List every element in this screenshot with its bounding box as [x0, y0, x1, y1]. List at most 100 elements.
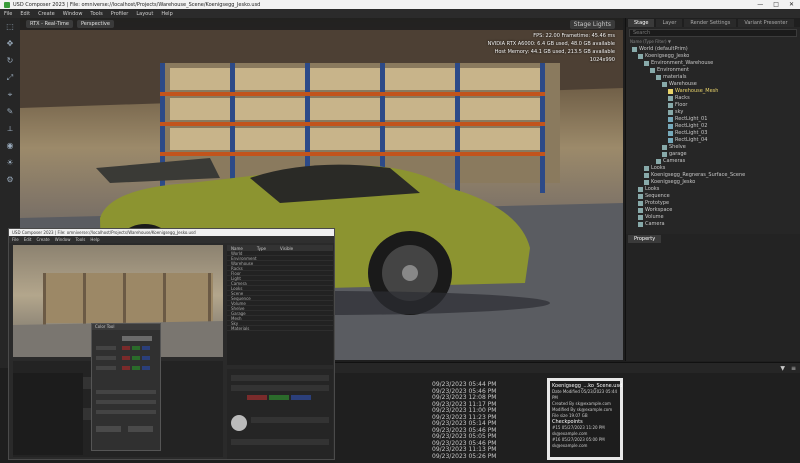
- stage-tree-item[interactable]: Volume: [626, 214, 800, 221]
- stage-tree-item[interactable]: RectLight_03: [626, 130, 800, 137]
- file-date-list: 09/23/2023 05:44 PM 09/23/2023 05:46 PM 09…: [432, 381, 542, 460]
- stage-tree-label: Floor: [675, 102, 688, 108]
- menu-edit[interactable]: Edit: [20, 11, 30, 17]
- camera-dropdown[interactable]: Perspective: [76, 20, 114, 28]
- prim-icon: [668, 131, 673, 136]
- stage-tree-item[interactable]: Koenigsegg_Regneras_Surface_Scene: [626, 172, 800, 179]
- stage-tree-label: Warehouse: [669, 81, 697, 87]
- window-titlebar: USD Composer 2023 | File: omniverse://lo…: [0, 0, 800, 9]
- stage-tree-item[interactable]: World (defaultPrim): [626, 46, 800, 53]
- prim-icon: [662, 145, 667, 150]
- prim-icon: [638, 208, 643, 213]
- renderer-dropdown[interactable]: RTX - Real-Time: [26, 20, 73, 28]
- camera-tool-icon[interactable]: ◉: [6, 141, 15, 150]
- light-tool-icon[interactable]: ☀: [6, 158, 15, 167]
- measure-tool-icon[interactable]: ⟂: [6, 124, 15, 133]
- rotate-tool-icon[interactable]: ↻: [6, 56, 15, 65]
- sub-menu-file[interactable]: File: [12, 237, 19, 242]
- filter-icon[interactable]: ▼: [780, 365, 785, 372]
- window-controls: — □ ✕: [757, 1, 800, 8]
- stage-tree-item[interactable]: Prototype: [626, 200, 800, 207]
- tab-stage[interactable]: Stage: [628, 18, 655, 27]
- stage-tree-label: Koenigsegg_Jesko: [645, 53, 690, 59]
- stage-tree-item[interactable]: materials: [626, 74, 800, 81]
- stage-tree-item[interactable]: Shelve: [626, 144, 800, 151]
- stage-tree-label: RectLight_04: [675, 137, 708, 143]
- move-tool-icon[interactable]: ✥: [6, 39, 15, 48]
- window-title: USD Composer 2023 | File: omniverse://lo…: [13, 1, 261, 8]
- file-date[interactable]: 09/23/2023 05:26 PM: [432, 453, 542, 460]
- embedded-app-window[interactable]: USD Composer 2023 | File: omniverse://lo…: [8, 228, 335, 460]
- prim-icon: [638, 187, 643, 192]
- prim-icon: [668, 110, 673, 115]
- prim-icon: [668, 117, 673, 122]
- stage-tree-item[interactable]: Warehouse: [626, 81, 800, 88]
- minimize-button[interactable]: —: [757, 1, 763, 8]
- prim-icon: [644, 61, 649, 66]
- stage-tree-item[interactable]: Racks: [626, 95, 800, 102]
- stage-tree-label: sky: [675, 109, 684, 115]
- stage-search-input[interactable]: Search: [629, 29, 797, 37]
- scale-tool-icon[interactable]: ⤢: [6, 73, 15, 82]
- stage-tree: World (defaultPrim) Koenigsegg_Jesko Envir…: [626, 46, 800, 228]
- stage-tree-item[interactable]: Workspace: [626, 207, 800, 214]
- prim-icon: [638, 215, 643, 220]
- paint-tool-icon[interactable]: ✎: [6, 107, 15, 116]
- sub-stage-row[interactable]: Materials: [227, 326, 333, 331]
- snap-tool-icon[interactable]: ⌖: [6, 90, 15, 99]
- stage-tree-label: RectLight_03: [675, 130, 708, 136]
- color-tool-panel[interactable]: Color Tool: [91, 323, 161, 451]
- stage-tree-item[interactable]: Koenigsegg_Jesko: [626, 179, 800, 186]
- physics-tool-icon[interactable]: ⚙: [6, 175, 15, 184]
- tab-property[interactable]: Property: [628, 235, 662, 243]
- menu-help[interactable]: Help: [161, 11, 172, 17]
- select-tool-icon[interactable]: ⬚: [6, 22, 15, 31]
- maximize-button[interactable]: □: [773, 1, 779, 8]
- stage-tree-item[interactable]: Looks: [626, 186, 800, 193]
- stage-tree-item[interactable]: RectLight_04: [626, 137, 800, 144]
- tab-layer[interactable]: Layer: [656, 18, 683, 27]
- sub-property-panel: [227, 369, 333, 459]
- menu-create[interactable]: Create: [38, 11, 55, 17]
- prim-icon: [668, 138, 673, 143]
- prim-icon: [638, 201, 643, 206]
- tab-variant-presenter[interactable]: Variant Presenter: [738, 18, 794, 27]
- menu-profiler[interactable]: Profiler: [111, 11, 129, 17]
- stage-tree-item[interactable]: RectLight_02: [626, 123, 800, 130]
- menu-window[interactable]: Window: [63, 11, 83, 17]
- property-panel: Property: [625, 234, 800, 361]
- menu-icon[interactable]: ≡: [791, 365, 796, 372]
- stage-tree-item[interactable]: Warehouse_Mesh: [626, 88, 800, 95]
- menu-file[interactable]: File: [4, 11, 12, 17]
- sub-menu-edit[interactable]: Edit: [24, 237, 32, 242]
- stage-tree-label: Looks: [651, 165, 666, 171]
- prim-icon: [662, 152, 667, 157]
- prim-icon: [632, 47, 637, 52]
- menu-layout[interactable]: Layout: [136, 11, 153, 17]
- stage-tree-item[interactable]: sky: [626, 109, 800, 116]
- stage-tree-item[interactable]: Cameras: [626, 158, 800, 165]
- tab-render-settings[interactable]: Render Settings: [684, 18, 737, 27]
- stage-tree-item[interactable]: Environment: [626, 67, 800, 74]
- sub-menu-tools[interactable]: Tools: [76, 237, 86, 242]
- stage-tree-label: garage: [669, 151, 687, 157]
- stage-tree-item[interactable]: Camera: [626, 221, 800, 228]
- stage-tree-item[interactable]: Environment_Warehouse: [626, 60, 800, 67]
- stage-lights-dropdown[interactable]: Stage Lights: [569, 20, 615, 29]
- stage-tree-label: Cameras: [663, 158, 686, 164]
- close-button[interactable]: ✕: [789, 1, 794, 8]
- prim-icon: [656, 75, 661, 80]
- sub-stage-panel: Name Type Visible World Environment Ware…: [227, 245, 333, 365]
- prim-icon: [668, 89, 673, 94]
- stage-tree-item[interactable]: Sequence: [626, 193, 800, 200]
- sub-menu-window[interactable]: Window: [55, 237, 71, 242]
- menu-tools[interactable]: Tools: [90, 11, 102, 17]
- stage-tree-item[interactable]: Koenigsegg_Jesko: [626, 53, 800, 60]
- stage-tree-item[interactable]: RectLight_01: [626, 116, 800, 123]
- stage-tree-item[interactable]: garage: [626, 151, 800, 158]
- stage-tree-item[interactable]: Floor: [626, 102, 800, 109]
- sub-menu-create[interactable]: Create: [36, 237, 49, 242]
- sub-menu-help[interactable]: Help: [90, 237, 99, 242]
- prim-icon: [644, 180, 649, 185]
- stage-tree-item[interactable]: Looks: [626, 165, 800, 172]
